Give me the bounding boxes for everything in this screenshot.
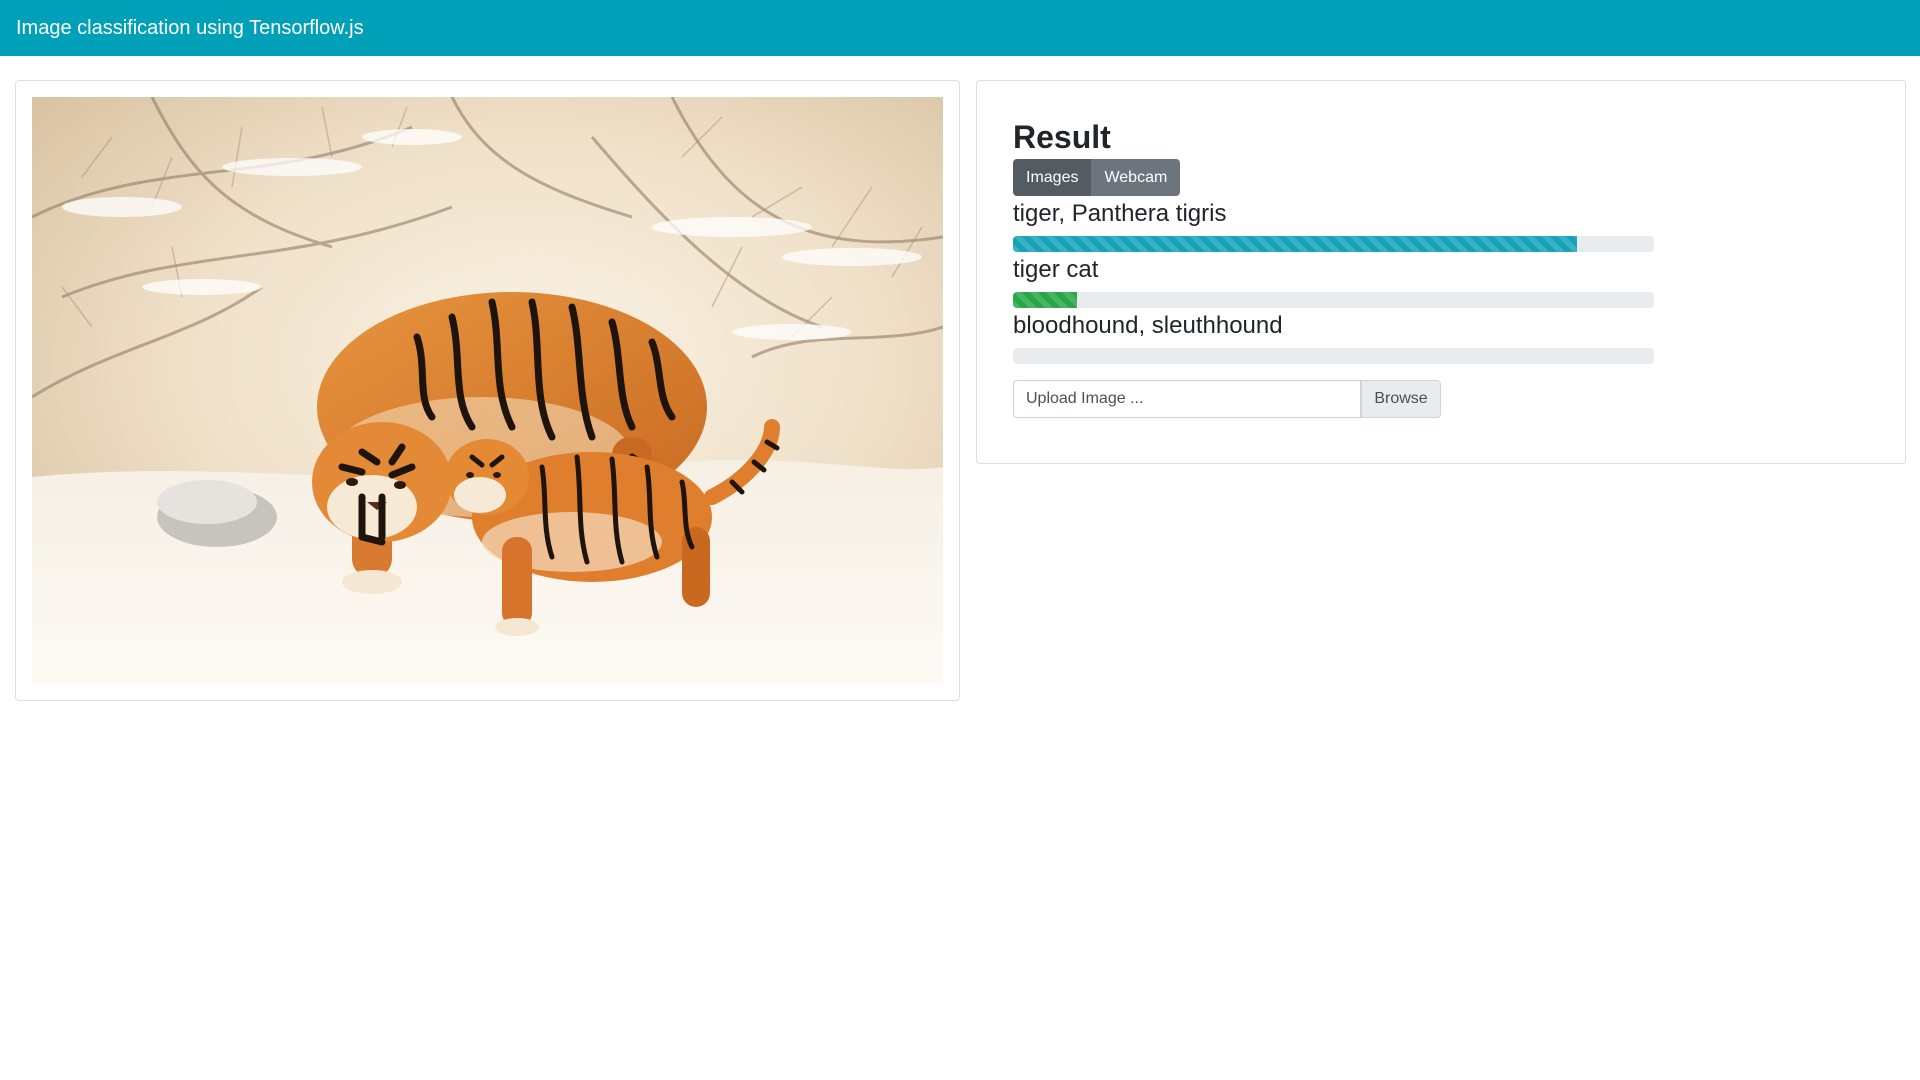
browse-button[interactable]: Browse — [1361, 380, 1441, 418]
prediction-label: tiger, Panthera tigris — [1013, 200, 1227, 227]
result-title: Result — [1013, 119, 1111, 155]
prediction-progress — [1013, 236, 1654, 252]
prediction-progress — [1013, 348, 1654, 364]
upload-field[interactable]: Upload Image ... Browse — [1013, 380, 1441, 418]
prediction-list: tiger, Panthera tigris tiger cat bloodho… — [1013, 198, 1873, 364]
prediction-progress-bar — [1013, 236, 1578, 252]
prediction-label: bloodhound, sleuthhound — [1013, 312, 1283, 339]
tab-images[interactable]: Images — [1013, 159, 1092, 196]
upload-input[interactable]: Upload Image ... — [1013, 380, 1361, 418]
prediction-label: tiger cat — [1013, 256, 1099, 283]
image-card — [15, 80, 960, 701]
prediction-progress-bar — [1013, 292, 1078, 308]
result-card: Result Images Webcam tiger, Panthera tig… — [976, 80, 1906, 464]
navbar: Image classification using Tensorflow.js — [0, 0, 1920, 56]
prediction-progress — [1013, 292, 1654, 308]
classified-image — [32, 97, 943, 684]
tab-webcam[interactable]: Webcam — [1091, 159, 1181, 196]
navbar-brand[interactable]: Image classification using Tensorflow.js — [16, 17, 364, 40]
source-tab-group: Images Webcam — [1013, 159, 1873, 196]
result-body: Result Images Webcam tiger, Panthera tig… — [1013, 117, 1873, 418]
